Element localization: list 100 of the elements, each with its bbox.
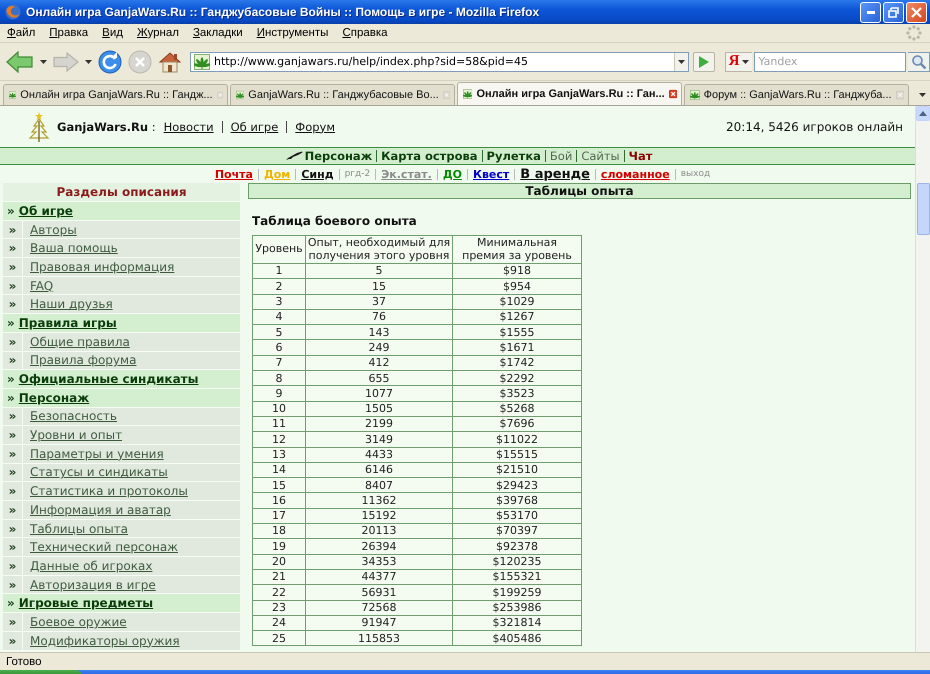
table-cell: 3149 [306,432,452,448]
bullet: » [3,408,23,426]
table-cell: 4433 [306,447,452,462]
section-link[interactable]: Официальные синдикаты [18,372,198,386]
nav-link[interactable]: Чат [628,149,652,163]
section-link[interactable]: Игровые предметы [18,596,154,610]
scrollbar[interactable] [915,106,930,652]
table-cell: 1 [252,264,306,279]
search-engine-button[interactable]: Я [724,52,752,72]
scroll-thumb[interactable] [916,183,930,235]
firefox-icon [5,4,21,20]
table-cell: 13 [252,447,306,462]
sidebar-link[interactable]: Авторизация в игре [30,578,156,592]
header-link[interactable]: Об игре [230,120,278,134]
sidebar-link[interactable]: Уровни и опыт [30,428,122,442]
menu-item[interactable]: Вид [95,27,130,39]
nav-link[interactable]: ДО [442,168,462,180]
restore-button[interactable] [883,2,904,22]
leaf-icon [690,87,700,103]
bullet: » [3,520,23,538]
sidebar-link[interactable]: Параметры и умения [30,446,164,461]
sidebar-link[interactable]: Безопасность [30,409,117,424]
header-link[interactable]: Новости [164,120,214,134]
nav-link[interactable]: сломанное [600,168,670,180]
section-link[interactable]: Правила игры [18,316,117,330]
bullet: » [3,632,23,650]
sidebar-link[interactable]: Общие правила [30,334,130,349]
search-field[interactable]: Yandex [754,52,906,72]
nav-link[interactable]: В аренде [520,166,590,182]
table-cell: $1742 [452,355,582,371]
nav-link[interactable]: ргд-2 [344,169,370,179]
table-cell: $29423 [452,478,582,493]
table-cell: 2199 [306,416,452,432]
menu-item[interactable]: Справка [335,27,395,39]
search-button[interactable] [908,52,930,72]
nav-link[interactable]: Бой [550,149,572,163]
table-cell: 8407 [306,478,452,493]
sidebar-link[interactable]: Авторы [30,222,77,237]
nav-link[interactable]: Сайты [581,149,620,163]
sidebar-link[interactable]: Правила форума [30,353,136,368]
reload-button[interactable] [96,50,124,74]
table-cell: $21510 [452,462,582,478]
nav-link[interactable]: Рулетка [486,149,541,163]
go-button[interactable] [693,52,715,72]
table-cell: 6 [252,340,306,356]
table-cell: 9 [252,386,306,402]
tab[interactable]: Онлайн игра GanjaWars.Ru :: Ган... [457,82,682,105]
sidebar-link[interactable]: FAQ [30,278,54,293]
close-button[interactable] [906,2,927,22]
table-cell: 2 [252,278,306,294]
table-cell: 56931 [306,584,452,600]
close-icon[interactable] [668,87,677,101]
section-link[interactable]: Об игре [18,204,73,218]
reload-icon [98,50,122,74]
table-cell: 20113 [306,524,452,539]
table-cell: 16 [252,492,306,508]
bullet: » [3,538,23,556]
table-cell: $7696 [452,416,582,432]
address-field[interactable]: http://www.ganjawars.ru/help/index.php?sid=58&pid=45 [190,52,690,72]
sidebar-link[interactable]: Информация и аватар [30,502,171,517]
nav-link[interactable]: Персонаж [304,149,372,163]
sidebar-link[interactable]: Боевое оружие [30,614,127,629]
sidebar-link[interactable]: Данные об игроках [30,558,152,573]
menu-item[interactable]: Правка [42,27,96,39]
sidebar-link[interactable]: Правовая информация [30,260,174,274]
sidebar-link[interactable]: Ваша помощь [30,241,118,256]
table-cell: $321814 [452,615,582,631]
minimize-button[interactable] [860,2,881,22]
sidebar-link[interactable]: Модификаторы оружия [30,634,180,648]
back-history-button[interactable] [38,60,49,64]
status-text: Готово [6,656,42,668]
sidebar-link[interactable]: Технический персонаж [30,540,178,554]
sidebar-link[interactable]: Статистика и протоколы [30,484,188,498]
menu-item[interactable]: Файл [0,27,42,39]
table-cell: $405486 [452,630,582,646]
section-heading: Таблицы опыта [248,183,911,199]
menu-item[interactable]: Журнал [130,27,186,39]
tab[interactable]: GanjaWars.Ru :: Ганджубасовые Во... [230,84,455,105]
scroll-up-button[interactable] [916,106,930,121]
forward-history-button[interactable] [83,60,94,64]
menu-item[interactable]: Закладки [186,27,250,39]
nav-link[interactable]: Квест [472,168,510,180]
menu-item[interactable]: Инструменты [250,27,336,39]
nav-link[interactable]: Почта [214,168,253,180]
nav-link[interactable]: выход [680,169,710,179]
table-cell: $954 [452,278,582,294]
left-arrow-icon [6,50,34,72]
nav-link[interactable]: Эк.стат. [381,168,432,180]
tab[interactable]: Онлайн игра GanjaWars.Ru :: Гандж... [3,84,228,105]
nav-link[interactable]: Синд [301,168,334,180]
address-dropdown-button[interactable] [674,52,688,70]
home-button[interactable] [156,50,184,72]
sidebar-link[interactable]: Таблицы опыта [30,522,128,536]
nav-link[interactable]: Карта острова [381,149,478,163]
section-link[interactable]: Персонаж [18,390,90,405]
header-link[interactable]: Форум [295,120,336,134]
table-cell: 1505 [306,401,452,416]
sidebar-link[interactable]: Наши друзья [30,297,113,312]
tab[interactable]: Форум :: GanjaWars.Ru :: Ганджуба... [684,84,909,105]
sidebar-link[interactable]: Статусы и синдикаты [30,465,168,480]
